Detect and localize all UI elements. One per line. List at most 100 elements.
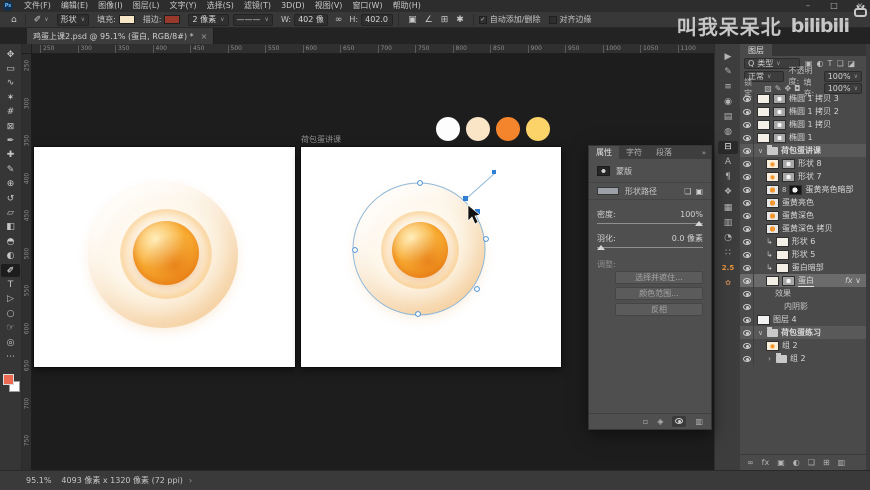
frame-tool-icon[interactable]: ⊠	[1, 120, 20, 133]
visibility-toggle[interactable]	[740, 118, 754, 131]
menu-item-I[interactable]: 图像(I)	[93, 0, 128, 12]
layer-row[interactable]: ↳ 蛋白暗部	[740, 261, 866, 274]
feather-slider[interactable]	[597, 245, 703, 250]
layer-name[interactable]: 蛋黄亮色	[782, 197, 814, 208]
layer-style-icon[interactable]: fx	[762, 458, 770, 467]
visibility-toggle[interactable]	[740, 209, 754, 222]
tool-mode-select[interactable]: 形状 ∨	[56, 13, 90, 26]
layer-row[interactable]: 8 蛋黄亮色暗部	[740, 183, 866, 196]
menu-item-F[interactable]: 文件(F)	[19, 0, 56, 12]
history-brush-tool-icon[interactable]: ↺	[1, 192, 20, 205]
layer-thumbnail[interactable]	[766, 210, 779, 221]
stroke-width-select[interactable]: 2 像素 ∨	[188, 13, 229, 26]
delete-mask-icon[interactable]: ▥	[695, 417, 703, 426]
anchor-point[interactable]	[417, 180, 423, 186]
layer-row[interactable]: 效果	[740, 287, 866, 300]
add-vector-mask-icon[interactable]: ▣	[695, 187, 703, 196]
eyedropper-tool-icon[interactable]: ✒	[1, 134, 20, 147]
collapse-group-icon[interactable]: ∨	[757, 329, 764, 337]
layer-row[interactable]: ∨ 荷包蛋讲课	[740, 144, 866, 157]
path-arrangement-icon[interactable]: ⊞	[441, 15, 449, 25]
button-[interactable]: 反相	[615, 303, 703, 316]
swatches-panel-icon[interactable]: ❖	[718, 186, 738, 199]
layer-name[interactable]: 蛋黄亮色暗部	[805, 184, 853, 195]
stroke-color-swatch[interactable]	[164, 15, 181, 24]
visibility-toggle[interactable]	[740, 157, 754, 170]
visibility-toggle[interactable]	[740, 261, 754, 274]
delete-layer-icon[interactable]: ▥	[838, 458, 846, 467]
layer-row[interactable]: 图层 4	[740, 313, 866, 326]
expand-group-icon[interactable]: ›	[766, 355, 773, 363]
menu-item-V[interactable]: 视图(V)	[310, 0, 348, 12]
paragraph-panel-icon[interactable]: ¶	[718, 171, 738, 184]
info-panel-icon[interactable]: ∷	[718, 246, 738, 259]
visibility-toggle[interactable]	[740, 274, 754, 287]
layer-row[interactable]: 椭圆 1 拷贝 2	[740, 105, 866, 118]
hand-tool-icon[interactable]: ☞	[1, 322, 20, 335]
visibility-toggle[interactable]	[740, 183, 754, 196]
visibility-toggle[interactable]	[740, 339, 754, 352]
layer-name[interactable]: 蛋黄深色 拷贝	[782, 223, 833, 234]
layer-thumbnail[interactable]	[766, 197, 779, 208]
anchor-point[interactable]	[474, 286, 480, 292]
artboard-lesson[interactable]	[301, 147, 561, 367]
zoom-tool-icon[interactable]: ◎	[1, 336, 20, 349]
layer-name[interactable]: 内阴影	[784, 301, 808, 312]
visibility-toggle[interactable]	[740, 196, 754, 209]
visibility-toggle[interactable]	[740, 235, 754, 248]
visibility-toggle[interactable]	[740, 144, 754, 157]
width-input[interactable]: 402 像	[294, 13, 328, 26]
layer-row[interactable]: 椭圆 1 拷贝 3	[740, 92, 866, 105]
quick-selection-tool-icon[interactable]: ✶	[1, 91, 20, 104]
layer-name[interactable]: 组 2	[782, 340, 798, 351]
brush-tool-icon[interactable]: ✎	[1, 163, 20, 176]
layer-effects-badge[interactable]: fx ∨	[845, 276, 866, 285]
layer-thumbnail[interactable]	[773, 106, 786, 117]
clone-source-panel-icon[interactable]: ▤	[718, 110, 738, 123]
layer-row[interactable]: 组 2	[740, 339, 866, 352]
load-selection-icon[interactable]: ▫	[643, 417, 648, 426]
layer-name[interactable]: 蛋黄深色	[782, 210, 814, 221]
apply-mask-icon[interactable]: ◈	[657, 417, 663, 426]
foreground-color-swatch[interactable]	[3, 374, 14, 385]
opacity-select[interactable]: 100% ∨	[823, 70, 862, 82]
vertical-ruler[interactable]: 250 300 350 400 450 500 550 600 650 700 750	[22, 54, 32, 470]
layer-name[interactable]: 形状 5	[792, 249, 816, 260]
zoom-level[interactable]: 95.1%	[26, 476, 51, 485]
pen-tool-icon[interactable]: ✐	[1, 264, 20, 277]
filter-smartobject-icon[interactable]: ◪	[848, 59, 856, 68]
layer-thumbnail[interactable]	[766, 223, 779, 234]
layer-thumbnail[interactable]	[775, 249, 789, 260]
button-[interactable]: 选择并遮住...	[615, 271, 703, 284]
auto-add-delete-checkbox[interactable]: ✓	[478, 15, 487, 24]
filter-shape-icon[interactable]: ❏	[836, 59, 843, 68]
layer-thumbnail[interactable]	[773, 93, 786, 104]
layer-row[interactable]: 椭圆 1	[740, 131, 866, 144]
adjustment-layer-icon[interactable]: ◐	[793, 458, 800, 467]
add-pixel-mask-icon[interactable]: ❏	[684, 187, 691, 196]
crop-tool-icon[interactable]: #	[1, 106, 20, 119]
visibility-toggle[interactable]	[740, 92, 754, 105]
character-panel-icon[interactable]: A	[718, 156, 738, 169]
tab-段落[interactable]: 段落	[649, 146, 679, 159]
layer-thumbnail[interactable]	[782, 171, 795, 182]
layer-thumbnail[interactable]	[782, 158, 795, 169]
feather-value[interactable]: 0.0 像素	[672, 233, 703, 244]
artboard-label[interactable]: 荷包蛋讲课	[301, 134, 341, 145]
stroke-style-select[interactable]: ——— ∨	[232, 13, 273, 26]
gear-icon[interactable]: ✱	[456, 15, 464, 25]
layer-thumbnail[interactable]	[766, 171, 779, 182]
layer-thumbnail[interactable]	[766, 340, 779, 351]
layer-name[interactable]: 形状 6	[792, 236, 816, 247]
visibility-toggle[interactable]	[740, 300, 754, 313]
link-dimensions-icon[interactable]: ∞	[332, 15, 346, 25]
layer-thumbnail[interactable]	[757, 314, 770, 325]
actions-panel-icon[interactable]: ▶	[718, 50, 738, 63]
layer-name[interactable]: 荷包蛋练习	[781, 327, 821, 338]
patterns-panel-icon[interactable]: ▦	[718, 201, 738, 214]
density-slider[interactable]	[597, 221, 703, 226]
status-chevron-icon[interactable]: ›	[189, 476, 192, 485]
lasso-tool-icon[interactable]: ∿	[1, 77, 20, 90]
menu-item-Y[interactable]: 文字(Y)	[164, 0, 201, 12]
layer-row[interactable]: 内阴影	[740, 300, 866, 313]
